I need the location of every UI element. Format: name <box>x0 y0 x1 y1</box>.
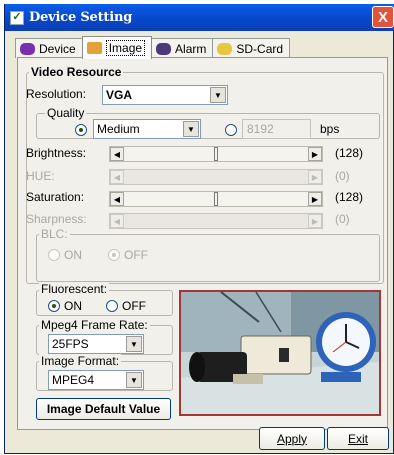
brightness-slider[interactable]: ◀ ▶ <box>109 146 323 162</box>
blc-caption: BLC: <box>39 227 70 241</box>
bitrate-radio[interactable] <box>225 124 237 136</box>
blc-on-radio-dot[interactable] <box>48 249 60 261</box>
quality-preset-radio-dot[interactable] <box>75 124 87 136</box>
tab-device[interactable]: Device <box>15 38 83 58</box>
blc-off-radio-dot[interactable] <box>108 249 120 261</box>
tab-alarm-label: Alarm <box>175 41 207 56</box>
exit-label: Exit <box>347 431 368 446</box>
arrow-left-icon[interactable]: ◀ <box>110 214 124 228</box>
frame-rate-value: 25FPS <box>52 337 89 351</box>
blc-off-label: OFF <box>124 248 148 262</box>
resolution-value: VGA <box>106 88 133 102</box>
sharpness-label: Sharpness: <box>26 212 87 226</box>
fluorescent-off-radio-dot[interactable] <box>106 300 118 312</box>
quality-caption: Quality <box>45 106 87 120</box>
bitrate-input[interactable]: 8192 <box>242 119 311 139</box>
bitrate-value: 8192 <box>247 122 274 136</box>
saturation-label: Saturation: <box>26 190 85 204</box>
arrow-right-icon[interactable]: ▶ <box>308 170 322 184</box>
blc-group: BLC: <box>36 227 380 282</box>
fluorescent-on-radio[interactable]: ON <box>48 299 82 313</box>
camera-preview-image <box>181 292 379 414</box>
resolution-label: Resolution: <box>26 87 87 101</box>
quality-select[interactable]: Medium ▼ <box>93 119 201 139</box>
bitrate-unit: bps <box>320 122 340 136</box>
image-icon <box>86 42 102 54</box>
arrow-left-icon[interactable]: ◀ <box>110 147 124 161</box>
hardware-icon <box>20 42 35 55</box>
video-resource-title: Video Resource <box>29 65 124 79</box>
fluorescent-caption: Fluorescent: <box>39 282 110 296</box>
fluorescent-off-radio[interactable]: OFF <box>106 299 146 313</box>
frame-rate-caption: Mpeg4 Frame Rate: <box>39 318 150 332</box>
sharpness-slider[interactable]: ◀ ▶ <box>109 213 323 229</box>
exit-button[interactable]: Exit <box>327 427 389 450</box>
hue-label: HUE: <box>26 169 55 183</box>
sharpness-value: (0) <box>335 212 350 226</box>
chevron-down-icon[interactable]: ▼ <box>126 372 142 388</box>
frame-rate-select[interactable]: 25FPS ▼ <box>48 334 144 354</box>
blc-on-radio[interactable]: ON <box>48 248 82 262</box>
close-button[interactable]: X <box>372 6 394 28</box>
fluorescent-on-radio-dot[interactable] <box>48 300 60 312</box>
saturation-thumb[interactable] <box>214 192 218 206</box>
arrow-right-icon[interactable]: ▶ <box>308 147 322 161</box>
hue-value: (0) <box>335 169 350 183</box>
fluorescent-on-label: ON <box>64 299 82 313</box>
chevron-down-icon[interactable]: ▼ <box>183 121 199 137</box>
brightness-thumb[interactable] <box>214 147 218 161</box>
tab-alarm[interactable]: Alarm <box>151 38 214 58</box>
fluorescent-off-label: OFF <box>122 299 146 313</box>
camera-preview <box>179 290 381 416</box>
brightness-value: (128) <box>335 146 364 160</box>
image-default-value-label: Image Default Value <box>46 402 161 416</box>
image-format-value: MPEG4 <box>52 373 95 387</box>
image-default-value-button[interactable]: Image Default Value <box>36 398 171 420</box>
quality-value: Medium <box>97 122 140 136</box>
apply-label: Apply <box>276 431 308 446</box>
quality-preset-radio[interactable] <box>75 124 87 136</box>
arrow-left-icon[interactable]: ◀ <box>110 170 124 184</box>
saturation-value: (128) <box>335 190 364 204</box>
arrow-right-icon[interactable]: ▶ <box>308 214 322 228</box>
device-setting-window: ✓ Device Setting X Device Image Alarm SD… <box>4 4 394 454</box>
saturation-slider[interactable]: ◀ ▶ <box>109 191 323 207</box>
blc-off-radio[interactable]: OFF <box>108 248 148 262</box>
window-check-icon: ✓ <box>10 10 24 25</box>
tab-device-label: Device <box>39 41 76 56</box>
image-format-select[interactable]: MPEG4 ▼ <box>48 370 144 390</box>
tab-image[interactable]: Image <box>81 36 153 59</box>
tab-sdcard-label: SD-Card <box>236 41 284 56</box>
tab-sdcard[interactable]: SD-Card <box>212 38 291 58</box>
resolution-select[interactable]: VGA ▼ <box>102 85 228 105</box>
tab-image-label: Image <box>105 40 146 56</box>
hue-slider[interactable]: ◀ ▶ <box>109 169 323 185</box>
alarm-icon <box>156 42 172 55</box>
blc-on-label: ON <box>64 248 82 262</box>
chevron-down-icon[interactable]: ▼ <box>126 336 142 352</box>
tab-bar: Device Image Alarm SD-Card <box>15 36 291 59</box>
chevron-down-icon[interactable]: ▼ <box>210 87 226 103</box>
apply-button[interactable]: Apply <box>259 427 325 450</box>
arrow-left-icon[interactable]: ◀ <box>110 192 124 206</box>
brightness-label: Brightness: <box>26 146 87 160</box>
arrow-right-icon[interactable]: ▶ <box>308 192 322 206</box>
window-title: Device Setting <box>29 10 133 25</box>
image-format-caption: Image Format: <box>39 354 122 368</box>
bitrate-radio-dot[interactable] <box>225 124 237 136</box>
title-bar[interactable]: ✓ Device Setting X <box>5 4 394 31</box>
sdcard-icon <box>217 42 233 55</box>
